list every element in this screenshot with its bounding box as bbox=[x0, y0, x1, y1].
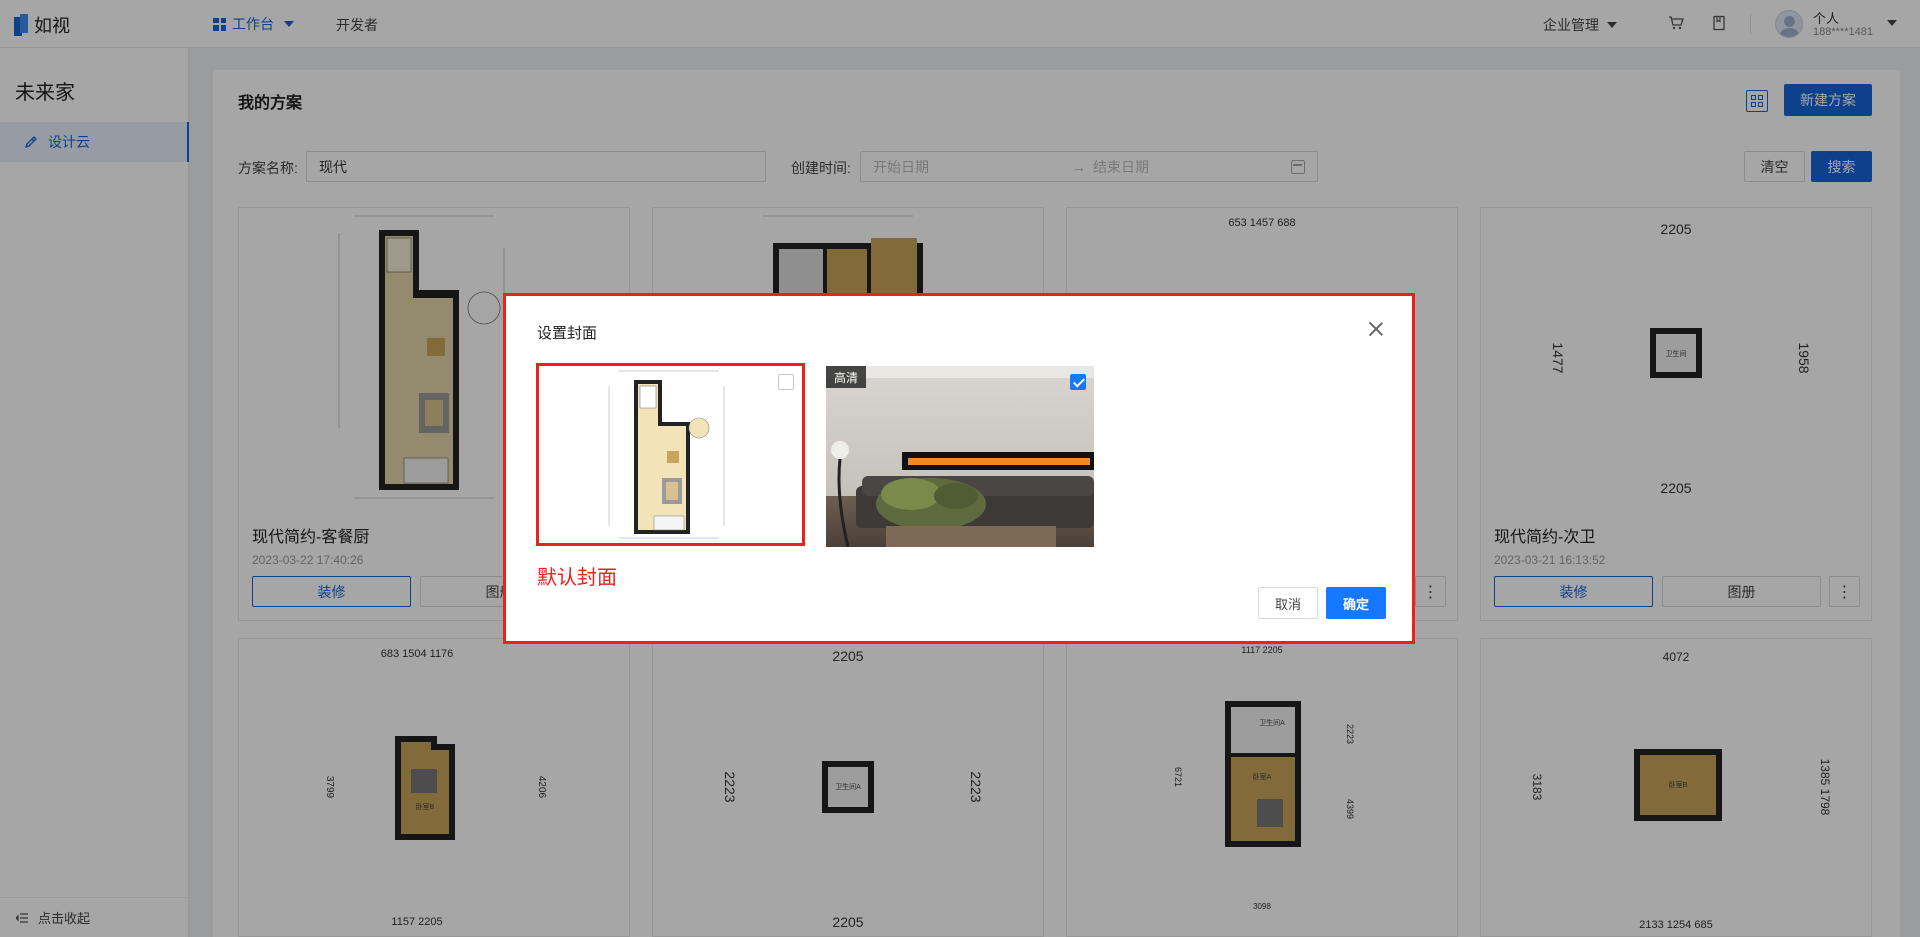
default-cover-thumbnail bbox=[539, 366, 802, 543]
set-cover-dialog: 设置封面 高清 默认封面 取消 确定 bbox=[503, 293, 1415, 644]
cancel-button[interactable]: 取消 bbox=[1258, 587, 1318, 619]
cover-option-default[interactable] bbox=[536, 363, 805, 546]
confirm-button[interactable]: 确定 bbox=[1326, 587, 1386, 619]
default-cover-checkbox[interactable] bbox=[778, 374, 794, 390]
default-cover-label: 默认封面 bbox=[537, 567, 617, 589]
hd-render-thumbnail bbox=[826, 366, 1094, 547]
hd-badge: 高清 bbox=[826, 366, 867, 388]
close-icon[interactable] bbox=[1368, 321, 1384, 337]
hd-cover-checkbox[interactable] bbox=[1070, 374, 1086, 390]
cover-option-hd[interactable]: 高清 bbox=[826, 366, 1094, 547]
dialog-title: 设置封面 bbox=[537, 325, 598, 342]
